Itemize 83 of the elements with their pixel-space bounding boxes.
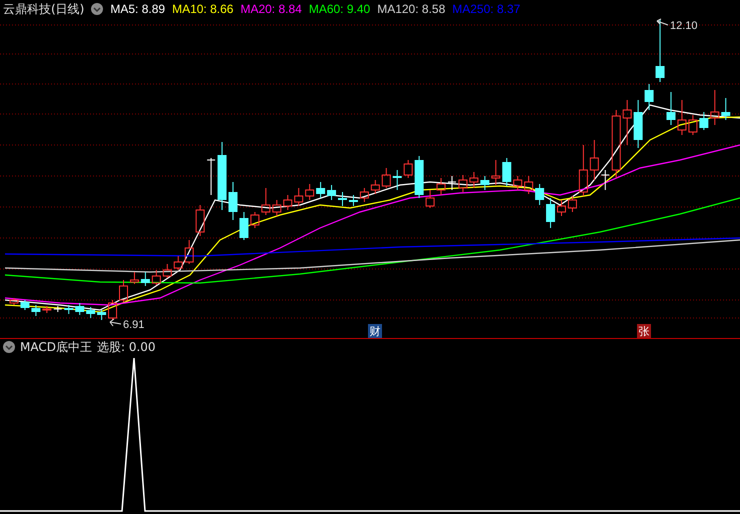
candlestick <box>414 156 424 198</box>
low-price-label: 6.91 <box>123 319 144 331</box>
candlestick <box>656 20 665 82</box>
candlestick <box>546 198 556 228</box>
candlestick <box>64 304 74 314</box>
candlestick <box>228 182 238 220</box>
candlestick <box>338 192 347 206</box>
indicator-name: MACD底中王 <box>20 338 92 356</box>
stock-title: 云鼎科技(日线) <box>3 0 84 18</box>
indicator-reading: 选股: 0.00 <box>96 338 156 356</box>
candlestick <box>426 190 435 208</box>
candlestick <box>42 306 52 314</box>
candlestick <box>316 182 326 198</box>
candlestick <box>10 298 18 306</box>
candlestick <box>568 196 577 212</box>
candlestick <box>152 270 161 286</box>
candlestick <box>590 140 599 180</box>
candlestick <box>382 168 391 188</box>
dropdown-icon[interactable] <box>3 341 15 353</box>
candlestick <box>360 188 369 202</box>
candlestick <box>272 200 282 216</box>
candlestick <box>97 310 106 320</box>
candlestick <box>644 84 654 110</box>
candlestick <box>250 212 260 228</box>
candlestick <box>162 264 172 278</box>
moving-average-value: MA5: 8.89 <box>110 2 166 16</box>
candlestick <box>206 158 216 196</box>
candlestick <box>480 176 490 190</box>
candlestick <box>196 204 205 236</box>
candlestick <box>218 142 227 210</box>
high-marker-arrow <box>656 18 668 26</box>
candlestick <box>305 184 314 200</box>
candlestick <box>31 304 40 316</box>
candlestick <box>448 176 456 190</box>
candlestick <box>710 90 720 126</box>
candlestick <box>721 98 730 120</box>
candlestick <box>404 160 413 178</box>
candlestick <box>688 114 698 136</box>
candlestick <box>557 200 566 216</box>
candlestick <box>535 184 544 206</box>
candlestick <box>370 180 380 194</box>
moving-average-value: MA20: 8.84 <box>240 2 302 16</box>
candlestick <box>53 306 62 312</box>
candlestick <box>184 240 194 264</box>
candlestick <box>20 300 30 310</box>
candlestick <box>261 188 270 216</box>
candlestick <box>108 300 118 320</box>
moving-average-value: MA10: 8.66 <box>172 2 234 16</box>
candlestick <box>458 174 468 192</box>
candlestick <box>327 184 336 200</box>
moving-average-value: MA120: 8.58 <box>377 2 446 16</box>
candlestick <box>174 256 183 270</box>
low-marker-arrow <box>110 318 122 326</box>
candlestick <box>612 110 621 178</box>
candlestick <box>622 100 632 146</box>
candlestick <box>699 112 708 130</box>
candlestick <box>578 144 588 196</box>
candlestick <box>348 194 358 206</box>
dropdown-icon[interactable] <box>91 3 104 15</box>
candlestick <box>491 160 500 186</box>
candlestick <box>600 170 610 190</box>
candlestick <box>666 92 676 126</box>
moving-average-value: MA250: 8.37 <box>452 2 520 16</box>
candlestick <box>86 306 96 318</box>
candlestick <box>502 158 512 186</box>
candlestick <box>634 100 643 148</box>
candlestick <box>294 188 304 206</box>
candlestick <box>130 272 139 284</box>
candlestick <box>239 212 248 240</box>
candlestick <box>436 178 446 196</box>
candlestick <box>140 272 150 286</box>
moving-average-value: MA60: 9.40 <box>308 2 370 16</box>
candlestick <box>677 100 686 136</box>
candlestick <box>392 170 402 190</box>
candlestick <box>75 302 84 316</box>
candlestick <box>119 280 128 302</box>
candlestick <box>524 176 534 194</box>
event-badge[interactable]: 张 <box>637 324 651 338</box>
candlestick <box>513 176 522 190</box>
high-price-label: 12.10 <box>670 20 698 32</box>
candlestick <box>469 172 478 188</box>
event-badge[interactable]: 财 <box>368 324 382 338</box>
candlestick <box>283 194 292 210</box>
